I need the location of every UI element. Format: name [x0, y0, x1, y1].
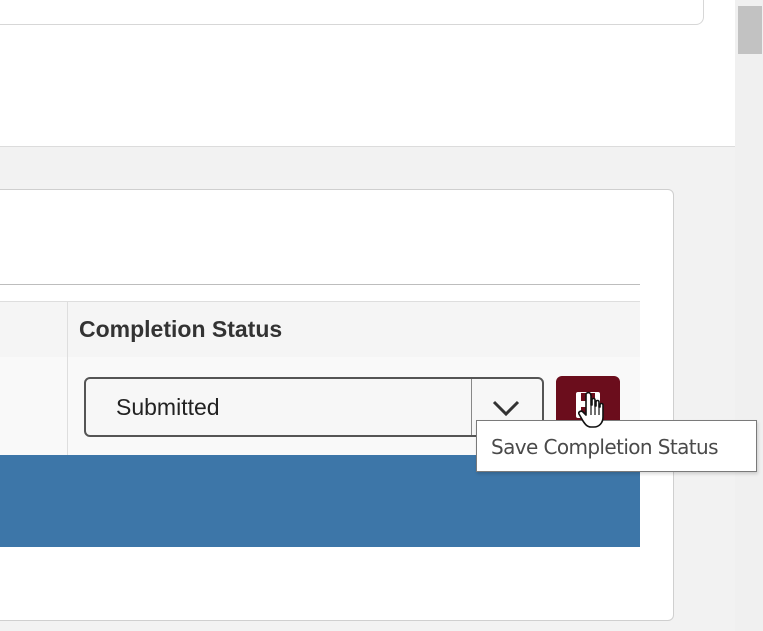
- scrollbar-thumb[interactable]: [738, 6, 762, 54]
- selected-status: Submitted: [116, 394, 220, 420]
- vertical-scrollbar[interactable]: [735, 0, 763, 631]
- top-section: [0, 0, 735, 147]
- chevron-down-icon[interactable]: [486, 392, 526, 422]
- table-header-row: Completion Status: [0, 301, 640, 358]
- column-divider: [67, 301, 68, 456]
- select-separator: [471, 379, 472, 435]
- save-tooltip: Save Completion Status: [476, 420, 757, 472]
- column-header-completion-status: Completion Status: [79, 316, 283, 342]
- completion-status-select[interactable]: Submitted: [84, 377, 544, 437]
- top-card: [0, 0, 704, 25]
- page: Completion Status Submitted Save Complet…: [0, 0, 763, 631]
- panel-divider: [0, 284, 640, 285]
- hand-pointer-cursor-icon: [578, 391, 604, 428]
- tooltip-text: Save Completion Status: [491, 435, 718, 459]
